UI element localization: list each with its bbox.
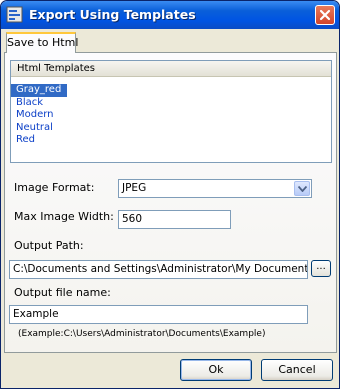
max-image-width-label: Max Image Width: [14,210,114,223]
image-format-value: JPEG [122,182,147,194]
output-path-label: Output Path: [14,239,84,252]
list-item[interactable]: Black [11,97,331,110]
window-title: Export Using Templates [29,7,196,22]
cancel-button[interactable]: Cancel [261,359,333,381]
dropdown-button[interactable] [294,181,310,196]
ok-button[interactable]: Ok [180,359,252,381]
image-format-select[interactable]: JPEG [118,179,312,198]
title-bar[interactable]: Export Using Templates [1,1,339,29]
templates-list-header: Html Templates [11,61,331,77]
max-image-width-input[interactable]: 560 [118,210,231,229]
chevron-down-icon [298,186,307,192]
browse-button[interactable]: ... [311,260,331,277]
list-item[interactable]: Modern [11,109,331,122]
export-app-icon [6,6,23,23]
list-item[interactable]: Red [11,134,331,147]
close-button[interactable] [315,5,335,25]
export-dialog: Export Using Templates Save to Html Html… [0,0,340,389]
output-file-name-input[interactable]: Example [9,305,308,324]
output-path-input[interactable]: C:\Documents and Settings\Administrator\… [9,260,308,279]
output-file-name-label: Output file name: [14,286,111,299]
image-format-label: Image Format: [14,181,95,194]
templates-list[interactable]: Html Templates Gray_red Black Modern Neu… [10,60,332,163]
close-icon [319,9,331,21]
output-file-name-hint: (Example:C:\Users\Administrator\Document… [18,329,266,339]
list-item[interactable]: Gray_red [11,77,331,97]
tab-save-to-html[interactable]: Save to Html [6,32,78,53]
list-item[interactable]: Neutral [11,122,331,135]
tab-panel-save-to-html: Html Templates Gray_red Black Modern Neu… [4,52,337,353]
